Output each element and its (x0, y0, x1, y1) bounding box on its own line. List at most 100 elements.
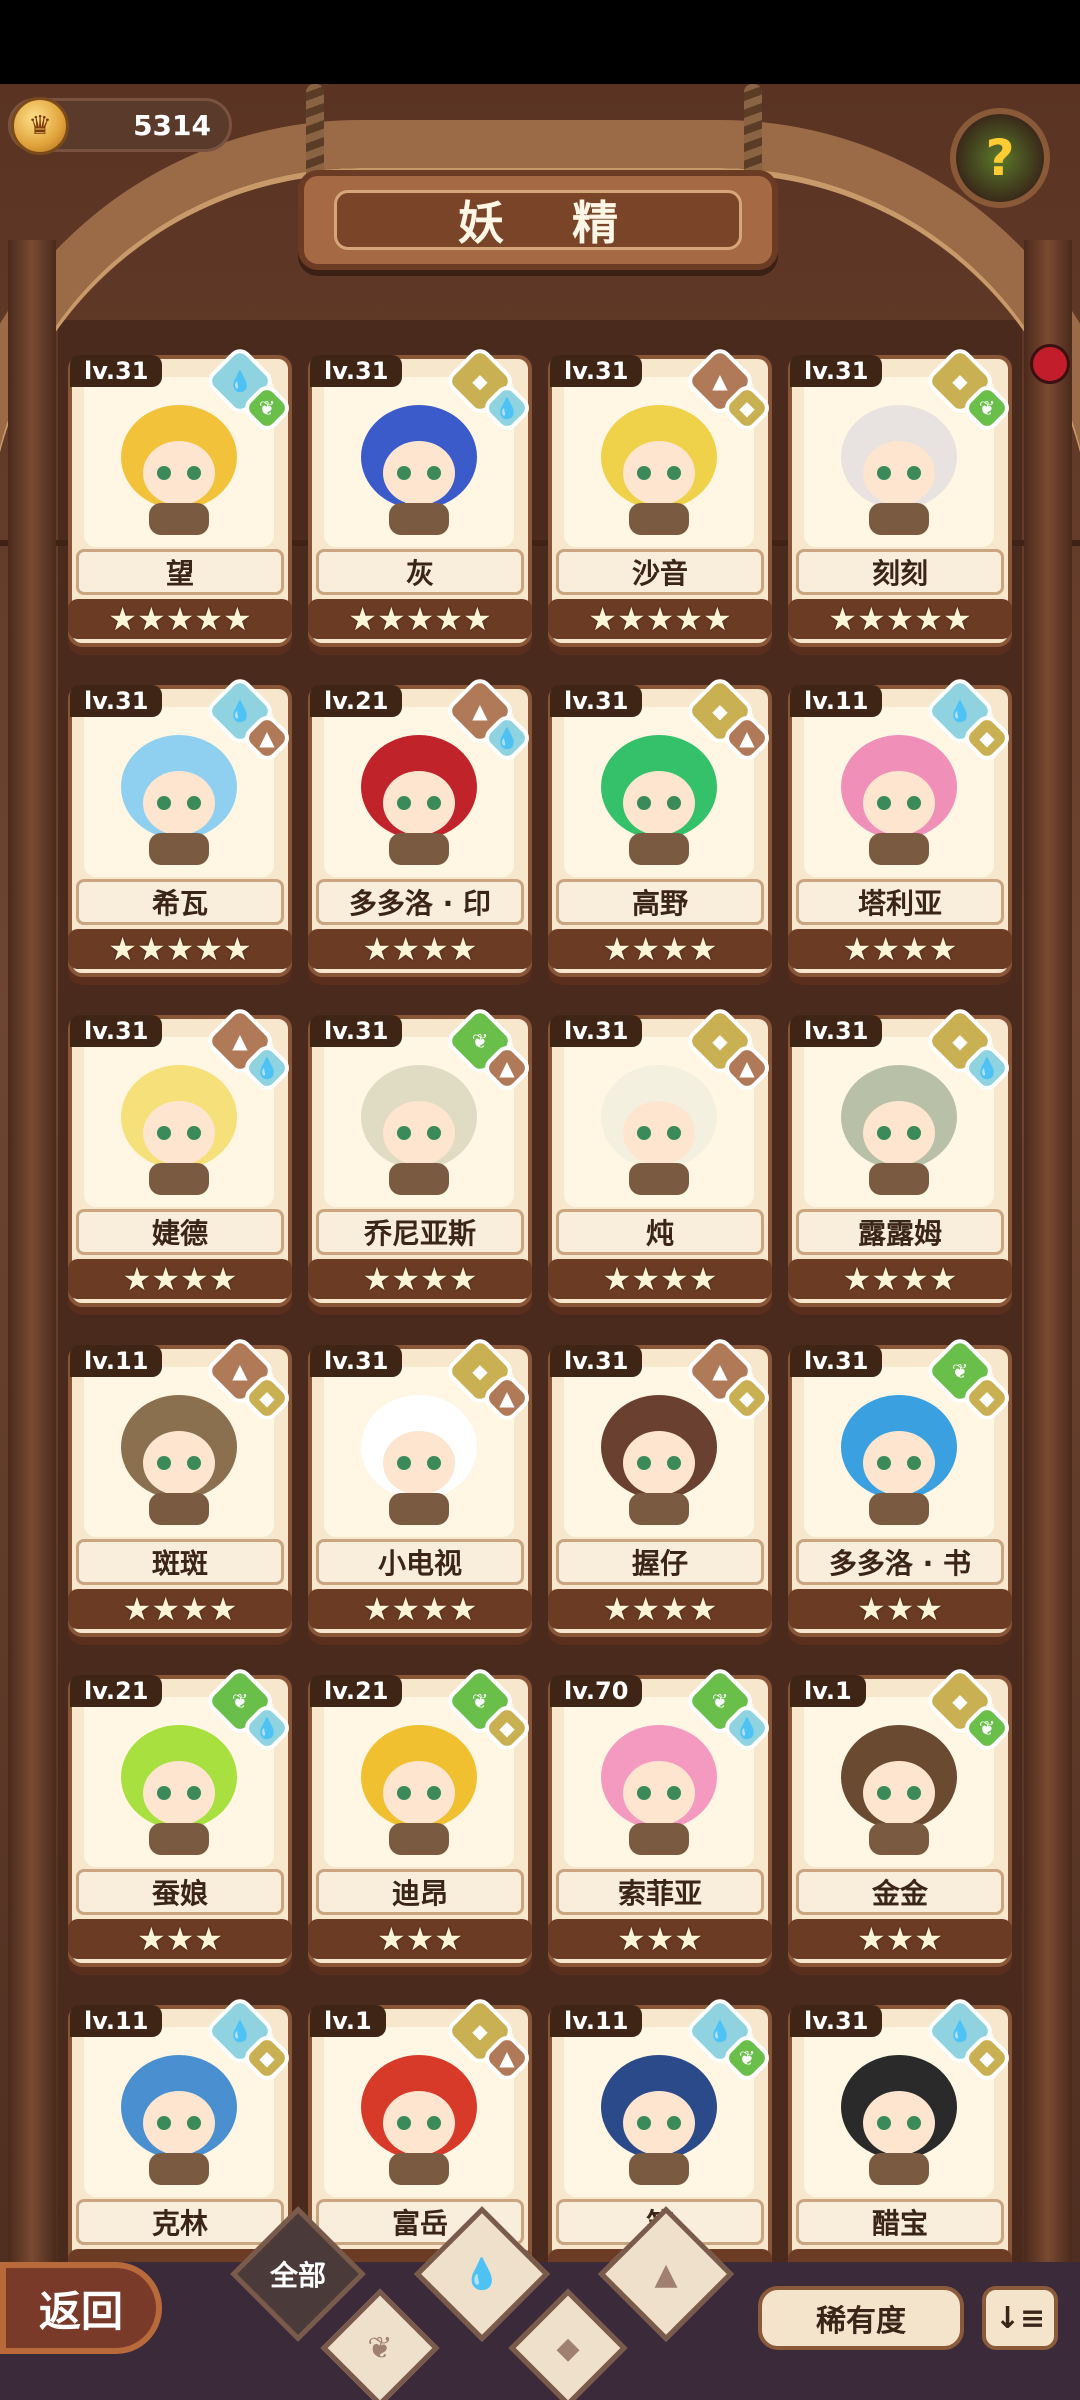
level-badge: lv.21 (310, 1675, 403, 1707)
star-rating: ★★★★ (788, 929, 1012, 969)
level-badge: lv.11 (790, 685, 883, 717)
fairy-card[interactable]: lv.31 ◆ 💧 露露姆 ★★★★ (784, 1004, 1016, 1311)
level-badge: lv.31 (70, 355, 163, 387)
fairy-portrait (361, 1725, 477, 1855)
fairy-card[interactable]: lv.31 ◆ 💧 灰 ★★★★★ (304, 345, 536, 651)
portrait-face (623, 441, 695, 505)
help-button[interactable]: ? (950, 108, 1050, 208)
fairy-name: 望 (165, 557, 194, 590)
portrait-eye (667, 1456, 681, 1470)
portrait-eye (637, 1126, 651, 1140)
portrait-face (623, 2091, 695, 2155)
fairy-portrait (361, 735, 477, 865)
portrait-eye (907, 1456, 921, 1470)
fairy-name: 沙音 (631, 557, 688, 590)
level-badge: lv.1 (310, 2005, 386, 2037)
portrait-body (869, 2153, 929, 2185)
fairy-name: 刻刻 (871, 557, 928, 590)
portrait-eye (187, 1456, 201, 1470)
fire-glyph-icon: ▲ (739, 1056, 755, 1080)
filter-all-label: 全部 (269, 2259, 326, 2292)
name-banner: 迪昂 (316, 1869, 524, 1915)
star-rating: ★★★★ (308, 929, 532, 969)
portrait-face (623, 1761, 695, 1825)
title-plate: 妖 精 (334, 190, 742, 250)
star-icons: ★★★★ (842, 930, 958, 968)
star-rating: ★★★★★ (68, 929, 292, 969)
portrait-body (629, 1163, 689, 1195)
fairy-card[interactable]: lv.31 ❦ ◆ 多多洛 · 书 ★★★ (784, 1334, 1016, 1641)
portrait-face (383, 1761, 455, 1825)
fairy-card[interactable]: lv.31 💧 ◆ 醋宝 (784, 1994, 1016, 2301)
rarity-label: 稀有度 (816, 2304, 906, 2339)
fairy-name: 斑斑 (151, 1547, 208, 1580)
portrait-body (389, 503, 449, 535)
star-rating: ★★★★ (548, 929, 772, 969)
fairy-card[interactable]: lv.31 ◆ ▲ 高野 ★★★★ (544, 674, 776, 981)
portrait-eye (667, 1126, 681, 1140)
fairy-card[interactable]: lv.11 💧 ◆ 塔利亚 ★★★★ (784, 674, 1016, 981)
fairy-card[interactable]: lv.11 ▲ ◆ 斑斑 ★★★★ (64, 1334, 296, 1641)
wood-glyph-icon: ❦ (978, 396, 996, 420)
level-badge: lv.11 (70, 1345, 163, 1377)
fairy-portrait (121, 2055, 237, 2185)
mountain-icon: ▲ (654, 2256, 678, 2292)
earth-glyph-icon: ◆ (739, 1386, 755, 1410)
portrait-face (863, 771, 935, 835)
fairy-card[interactable]: lv.21 ▲ 💧 多多洛 · 印 ★★★★ (304, 674, 536, 981)
portrait-eye (877, 2116, 891, 2130)
fairy-card[interactable]: lv.31 ◆ ▲ 炖 ★★★★ (544, 1004, 776, 1311)
star-rating: ★★★★ (68, 1259, 292, 1299)
sort-order-icon: ↓≡ (994, 2300, 1046, 2336)
portrait-eye (877, 1126, 891, 1140)
fairy-card[interactable]: lv.31 💧 ▲ 希瓦 ★★★★★ (64, 674, 296, 981)
portrait-eye (187, 1126, 201, 1140)
portrait-body (389, 1823, 449, 1855)
fairy-card[interactable]: lv.70 ❦ 💧 索菲亚 ★★★ (544, 1664, 776, 1971)
fairy-name: 蚕娘 (151, 1877, 208, 1910)
star-rating: ★★★★ (308, 1589, 532, 1629)
back-button[interactable]: 返回 (0, 2262, 162, 2354)
star-icons: ★★★★★ (108, 930, 252, 968)
status-bar (0, 0, 1080, 84)
back-label: 返回 (38, 2286, 123, 2336)
rarity-sort-button[interactable]: 稀有度 (758, 2286, 964, 2350)
portrait-face (383, 1431, 455, 1495)
level-badge: lv.11 (550, 2005, 643, 2037)
fairy-card[interactable]: lv.31 ◆ ❦ 刻刻 ★★★★★ (784, 345, 1016, 651)
fairy-card[interactable]: lv.31 💧 ❦ 望 ★★★★★ (64, 345, 296, 651)
portrait-eye (397, 1126, 411, 1140)
portrait-face (623, 1431, 695, 1495)
portrait-eye (397, 1786, 411, 1800)
portrait-body (629, 1823, 689, 1855)
fairy-card[interactable]: lv.21 ❦ 💧 蚕娘 ★★★ (64, 1664, 296, 1971)
fairy-portrait (121, 1725, 237, 1855)
fairy-card[interactable]: lv.1 ◆ ❦ 金金 ★★★ (784, 1664, 1016, 1971)
portrait-face (863, 2091, 935, 2155)
fairy-portrait (601, 1065, 717, 1195)
level-badge: lv.21 (310, 685, 403, 717)
earth-glyph-icon: ◆ (499, 1716, 515, 1740)
portrait-eye (637, 2116, 651, 2130)
fairy-card[interactable]: lv.31 ▲ ◆ 沙音 ★★★★★ (544, 345, 776, 651)
fairy-portrait (601, 1725, 717, 1855)
sort-order-button[interactable]: ↓≡ (982, 2286, 1058, 2350)
fairy-card[interactable]: lv.31 ▲ ◆ 握仔 ★★★★ (544, 1334, 776, 1641)
star-icons: ★★★ (856, 1590, 944, 1628)
fairy-card[interactable]: lv.21 ❦ ◆ 迪昂 ★★★ (304, 1664, 536, 1971)
portrait-eye (187, 466, 201, 480)
star-icons: ★★★ (136, 1920, 224, 1958)
portrait-body (149, 833, 209, 865)
star-rating: ★★★ (308, 1919, 532, 1959)
fairy-card[interactable]: lv.31 ❦ ▲ 乔尼亚斯 ★★★★ (304, 1004, 536, 1311)
fairy-card[interactable]: lv.31 ◆ ▲ 小电视 ★★★★ (304, 1334, 536, 1641)
fairy-portrait (841, 735, 957, 865)
portrait-face (143, 771, 215, 835)
fairy-card[interactable]: lv.31 ▲ 💧 婕德 ★★★★ (64, 1004, 296, 1311)
water-glyph-icon: 💧 (254, 1716, 280, 1740)
left-pillar (8, 240, 56, 2380)
portrait-body (869, 503, 929, 535)
earth-glyph-icon: ◆ (739, 396, 755, 420)
fairy-name: 多多洛 · 书 (828, 1547, 972, 1580)
portrait-eye (427, 2116, 441, 2130)
